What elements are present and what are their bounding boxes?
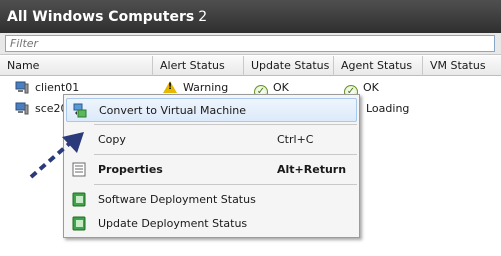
update-deployment-icon (72, 216, 86, 231)
computer-icon (15, 81, 29, 94)
row-name: sce20 (35, 102, 63, 115)
menu-item-update-deployment-status[interactable]: Update Deployment Status (66, 212, 357, 236)
software-deployment-icon (72, 192, 86, 207)
view-header: All Windows Computers 2 (0, 0, 501, 33)
menu-item-shortcut: Ctrl+C (277, 133, 314, 146)
warning-icon (163, 81, 177, 93)
menu-item-label: Copy (98, 133, 126, 146)
menu-item-copy[interactable]: Copy Ctrl+C (66, 128, 357, 152)
menu-separator (94, 124, 357, 125)
computer-icon (15, 102, 29, 115)
column-header-update-status[interactable]: Update Status (244, 56, 334, 76)
column-header-alert-status[interactable]: Alert Status (153, 56, 244, 76)
view-title: All Windows Computers (7, 9, 195, 25)
column-header-vm-status[interactable]: VM Status (423, 56, 501, 76)
menu-item-label: Properties (98, 163, 163, 176)
menu-item-label: Convert to Virtual Machine (99, 104, 247, 117)
menu-item-properties[interactable]: Properties Alt+Return (66, 158, 357, 182)
menu-item-label: Software Deployment Status (98, 193, 256, 206)
context-menu: Convert to Virtual Machine Copy Ctrl+C P… (63, 94, 360, 238)
row-agent-status: Loading (366, 102, 410, 115)
menu-item-shortcut: Alt+Return (277, 163, 347, 176)
menu-item-convert-to-virtual-machine[interactable]: Convert to Virtual Machine (66, 98, 357, 122)
menu-item-label: Update Deployment Status (98, 217, 248, 230)
column-header-name[interactable]: Name (0, 56, 153, 76)
menu-separator (94, 184, 357, 185)
menu-separator (94, 154, 357, 155)
filter-input[interactable] (5, 35, 495, 52)
computer-count: 2 (198, 9, 208, 25)
callout-arrow-icon (29, 132, 84, 179)
filter-bar (0, 33, 501, 55)
convert-vm-icon (73, 103, 87, 118)
menu-item-software-deployment-status[interactable]: Software Deployment Status (66, 188, 357, 212)
column-header-row: Name Alert Status Update Status Agent St… (0, 56, 501, 76)
column-header-agent-status[interactable]: Agent Status (334, 56, 423, 76)
